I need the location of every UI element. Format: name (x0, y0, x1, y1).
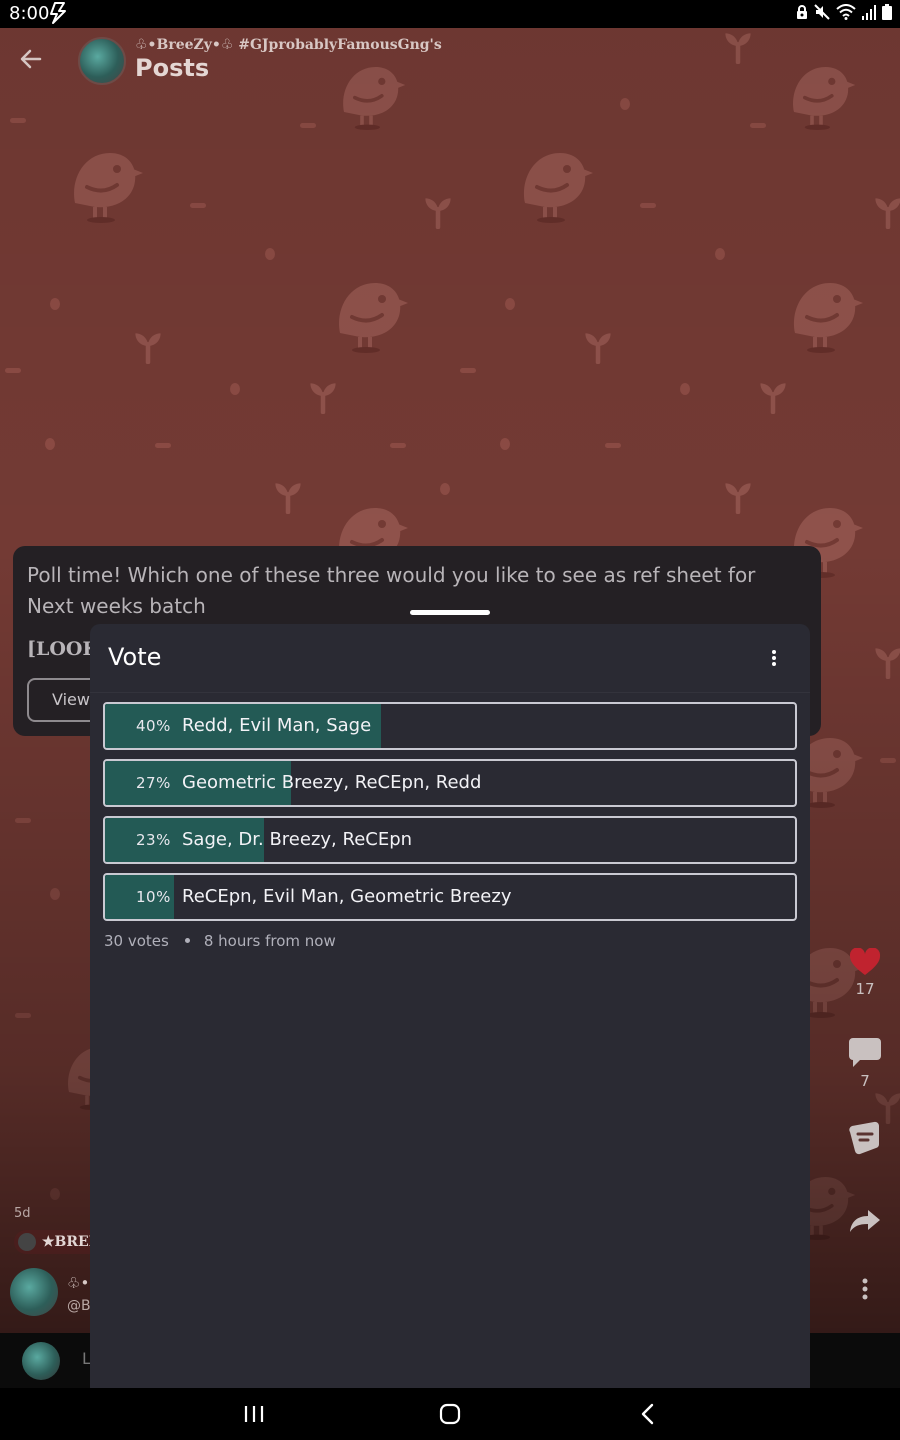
recent-apps-icon[interactable] (240, 1400, 268, 1428)
user-avatar (22, 1342, 60, 1380)
separator-dot (184, 937, 190, 943)
system-icons (796, 4, 892, 20)
sheet-title: Vote (108, 643, 162, 671)
share-button[interactable] (830, 1208, 900, 1238)
author-avatar[interactable] (10, 1268, 58, 1316)
home-icon[interactable] (436, 1400, 464, 1428)
poll-option-percent: 27% (136, 774, 171, 792)
battery-icon (882, 4, 892, 20)
comment-count: 7 (860, 1072, 870, 1090)
back-icon[interactable] (634, 1400, 662, 1428)
props-button[interactable] (830, 1120, 900, 1160)
poll-option[interactable]: 23% Sage, Dr. Breezy, ReCEpn (103, 816, 797, 864)
like-button[interactable]: 17 (830, 947, 900, 998)
like-count: 17 (855, 980, 875, 998)
sheet-drag-handle[interactable] (410, 610, 490, 615)
divider (90, 692, 810, 693)
back-arrow-icon[interactable] (18, 46, 44, 72)
status-time: 8:00 (9, 3, 50, 24)
poll-option-label: ReCEpn, Evil Man, Geometric Breezy (182, 886, 512, 907)
poll-option[interactable]: 40% Redd, Evil Man, Sage (103, 702, 797, 750)
status-bar: 8:00 (0, 0, 900, 28)
vote-count: 30 votes (104, 932, 169, 950)
page-title: Posts (135, 54, 210, 82)
poll-option[interactable]: 10% ReCEpn, Evil Man, Geometric Breezy (103, 873, 797, 921)
wifi-icon (836, 4, 856, 20)
more-vertical-icon (862, 1278, 868, 1300)
more-options-button[interactable] (830, 1278, 900, 1304)
more-vertical-icon[interactable] (762, 646, 786, 670)
post-look-text: [LOOK (27, 638, 99, 660)
share-arrow-icon (850, 1210, 880, 1232)
vote-sheet: Vote 40% Redd, Evil Man, Sage 27% Geomet… (90, 624, 810, 1394)
comment-button[interactable]: 7 (830, 1036, 900, 1090)
comment-bubble-icon (849, 1038, 881, 1067)
signal-icon (862, 5, 876, 20)
poll-option-percent: 10% (136, 888, 171, 906)
lightning-icon (50, 2, 66, 24)
community-avatar[interactable] (78, 37, 126, 85)
screen: 8:00 ♧•BreeZy•♧ #GJprobablyFamousGng's P… (0, 0, 900, 1440)
lock-icon (797, 5, 807, 19)
poll-option-label: Redd, Evil Man, Sage (182, 715, 372, 736)
poll-time-left: 8 hours from now (203, 932, 336, 950)
mute-icon (814, 4, 830, 20)
props-hand-icon (849, 1121, 880, 1155)
comment-input[interactable]: L (82, 1349, 90, 1368)
poll-option-label: Geometric Breezy, ReCEpn, Redd (182, 772, 482, 793)
post-age: 5d (14, 1206, 31, 1221)
community-name: ♧•BreeZy•♧ #GJprobablyFamousGng's (135, 37, 442, 53)
poll-option-label: Sage, Dr. Breezy, ReCEpn (182, 829, 413, 850)
heart-icon (849, 947, 881, 975)
poll-option[interactable]: 27% Geometric Breezy, ReCEpn, Redd (103, 759, 797, 807)
header: ♧•BreeZy•♧ #GJprobablyFamousGng's Posts (0, 28, 900, 92)
poll-option-percent: 40% (136, 717, 171, 735)
poll-option-percent: 23% (136, 831, 171, 849)
badge-avatar (18, 1233, 36, 1251)
system-nav-bar (0, 1388, 900, 1440)
poll-meta: 30 votes 8 hours from now (104, 932, 336, 950)
